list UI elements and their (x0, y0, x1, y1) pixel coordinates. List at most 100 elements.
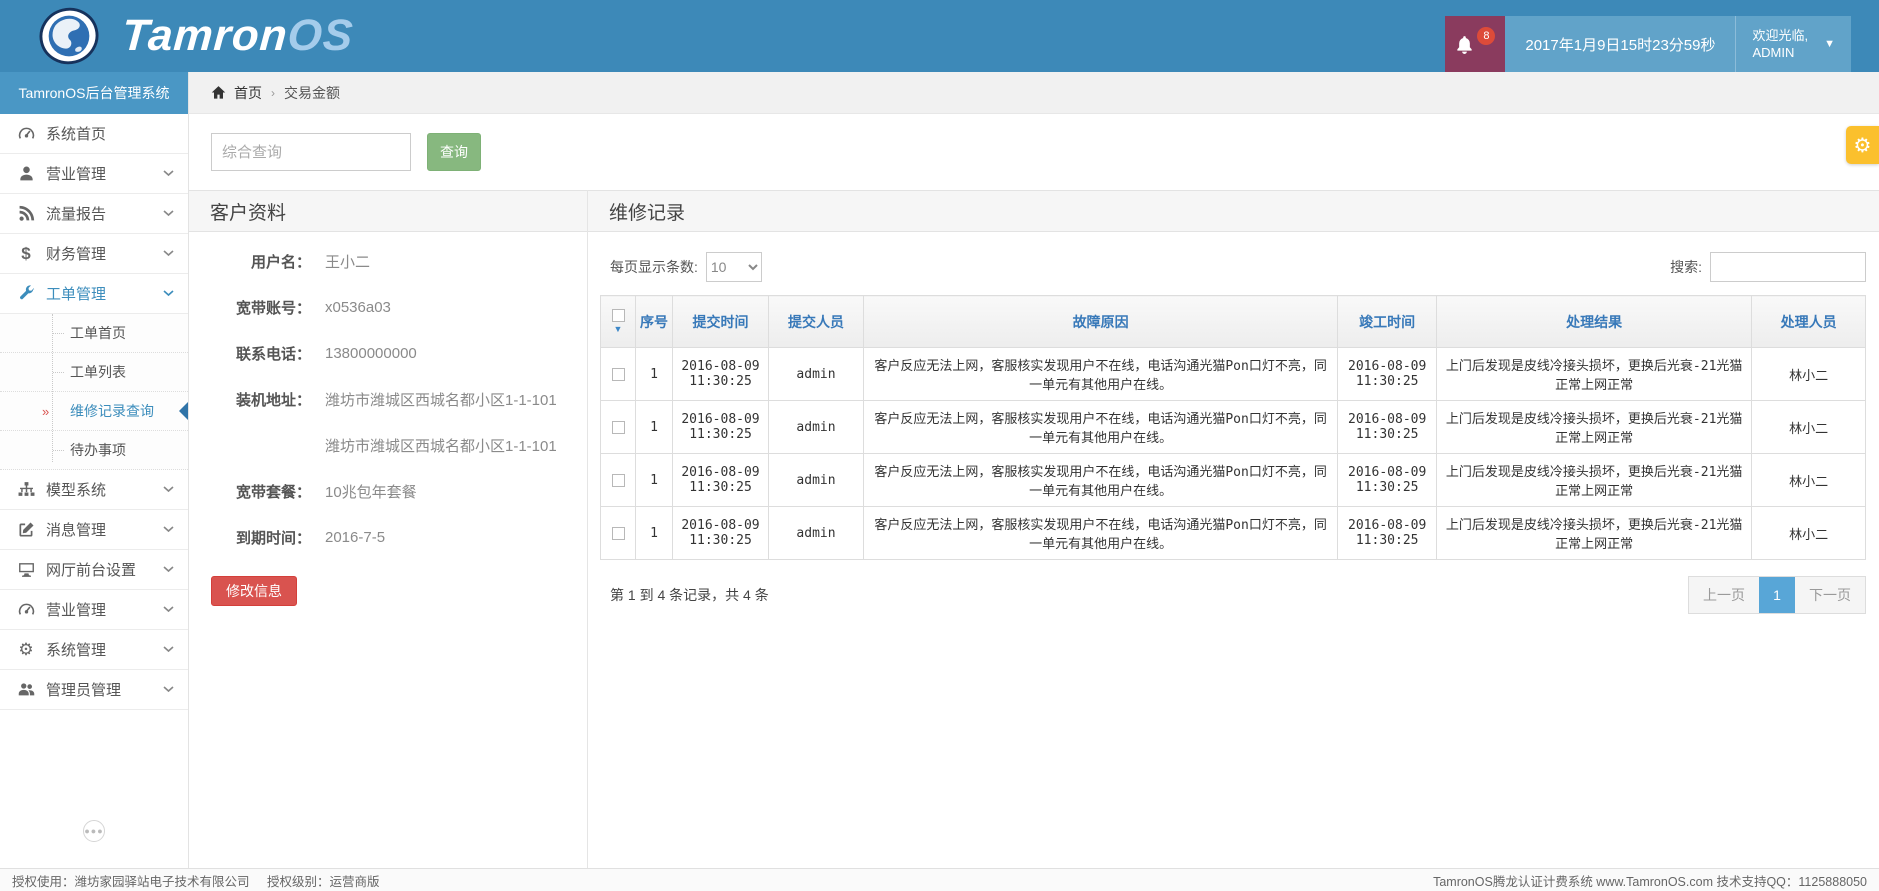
per-page-select[interactable]: 10 (706, 252, 762, 282)
sidebar-item-model-system[interactable]: 模型系统 (0, 470, 188, 510)
sidebar-item-workorder-mgmt[interactable]: 工单管理 (0, 274, 188, 314)
customer-panel: 客户资料 用户名： 王小二 宽带账号： x0536a03 联系电话： 13800… (189, 190, 588, 868)
col-header-finish-time[interactable]: 竣工时间 (1338, 296, 1437, 348)
top-header: TamronOS 8 2017年1月9日15时23分59秒 欢迎光临, ADMI… (0, 0, 1879, 72)
pagination-next[interactable]: 下一页 (1795, 577, 1865, 613)
query-button[interactable]: 查询 (427, 133, 481, 171)
page-footer: 授权使用：潍坊家园驿站电子技术有限公司 授权级别：运营商版 TamronOS腾龙… (0, 868, 1879, 891)
customer-field-account: 宽带账号： x0536a03 (189, 284, 587, 330)
app-logo: TamronOS (0, 0, 353, 72)
dashboard-icon (15, 125, 37, 142)
pagination: 上一页 1 下一页 (1688, 576, 1866, 614)
select-all-header[interactable]: ▼ (601, 296, 636, 348)
chevron-down-icon (163, 566, 174, 573)
col-header-submitter[interactable]: 提交人员 (769, 296, 864, 348)
username: ADMIN (1752, 44, 1808, 61)
sidebar-collapse-handle[interactable]: ●●● (83, 820, 105, 842)
chevron-down-icon: ▼ (1824, 38, 1835, 50)
sidebar-item-finance-mgmt[interactable]: $ 财务管理 (0, 234, 188, 274)
sidebar-item-system-home[interactable]: 系统首页 (0, 114, 188, 154)
col-header-submit-time[interactable]: 提交时间 (673, 296, 769, 348)
search-input[interactable] (211, 133, 411, 171)
pagination-page-1[interactable]: 1 (1759, 577, 1795, 613)
customer-field-address-2: 潍坊市潍城区西城名都小区1-1-101 (189, 422, 587, 468)
col-header-seq[interactable]: 序号 (636, 296, 673, 348)
welcome-text: 欢迎光临, (1752, 27, 1808, 44)
notification-count-badge: 8 (1477, 27, 1495, 45)
records-panel-title: 维修记录 (588, 190, 1879, 232)
table-row: 1 2016-08-09 11:30:25 admin 客户反应无法上网，客服核… (601, 348, 1866, 401)
globe-logo-icon (38, 5, 100, 67)
table-row: 1 2016-08-09 11:30:25 admin 客户反应无法上网，客服核… (601, 401, 1866, 454)
row-checkbox[interactable] (612, 421, 625, 434)
wrench-icon (15, 285, 37, 302)
breadcrumb-current: 交易金额 (284, 83, 340, 103)
chevron-down-icon (163, 686, 174, 693)
customer-field-username: 用户名： 王小二 (189, 238, 587, 284)
chevron-down-icon (163, 250, 174, 257)
gear-icon: ⚙ (1854, 133, 1872, 158)
repair-records-table: ▼ 序号 提交时间 提交人员 故障原因 竣工时间 处理结果 处理人员 (600, 295, 1866, 560)
customer-panel-title: 客户资料 (189, 190, 587, 232)
sidebar-item-workorder-home[interactable]: 工单首页 (0, 314, 188, 353)
sidebar-item-repair-record-query[interactable]: » 维修记录查询 (0, 392, 188, 431)
repair-records-panel: 维修记录 每页显示条数: 10 搜索: (588, 190, 1879, 868)
table-row: 1 2016-08-09 11:30:25 admin 客户反应无法上网，客服核… (601, 507, 1866, 560)
row-checkbox[interactable] (612, 368, 625, 381)
dollar-icon: $ (15, 244, 37, 264)
sitemap-icon (15, 481, 37, 498)
sidebar-item-business-mgmt[interactable]: 营业管理 (0, 154, 188, 194)
pagination-prev[interactable]: 上一页 (1689, 577, 1759, 613)
vendor-info: TamronOS腾龙认证计费系统 www.TamronOS.com 技术支持QQ… (1433, 871, 1867, 890)
sidebar-item-workorder-list[interactable]: 工单列表 (0, 353, 188, 392)
user-menu[interactable]: 欢迎光临, ADMIN ▼ (1736, 16, 1851, 72)
chevron-down-icon (163, 290, 174, 297)
per-page-control: 每页显示条数: 10 (610, 252, 762, 282)
breadcrumb: 首页 › 交易金额 (189, 72, 1879, 114)
sidebar-item-webportal-settings[interactable]: 网厅前台设置 (0, 550, 188, 590)
home-icon (211, 85, 226, 100)
chevron-down-icon (163, 486, 174, 493)
sort-caret-icon: ▼ (614, 324, 623, 334)
sidebar-item-business-mgmt-2[interactable]: 营业管理 (0, 590, 188, 630)
records-summary: 第 1 到 4 条记录，共 4 条 (610, 585, 769, 605)
users-icon (15, 681, 37, 698)
settings-flyout-button[interactable]: ⚙ (1846, 126, 1879, 164)
sidebar-title: TamronOS后台管理系统 (0, 72, 188, 114)
sidebar-item-admin-mgmt[interactable]: 管理员管理 (0, 670, 188, 710)
sidebar-item-todo[interactable]: 待办事项 (0, 431, 188, 470)
desktop-icon (15, 561, 37, 578)
datetime-display: 2017年1月9日15时23分59秒 (1505, 16, 1736, 72)
breadcrumb-separator: › (271, 86, 275, 100)
col-header-result[interactable]: 处理结果 (1437, 296, 1752, 348)
table-search-input[interactable] (1710, 252, 1866, 282)
row-checkbox[interactable] (612, 527, 625, 540)
row-checkbox[interactable] (612, 474, 625, 487)
sidebar: TamronOS后台管理系统 系统首页 营业管理 流量报告 $ 财务管理 工单管… (0, 72, 189, 868)
customer-field-package: 宽带套餐： 10兆包年套餐 (189, 468, 587, 514)
rss-icon (15, 205, 37, 222)
chevron-down-icon (163, 170, 174, 177)
sidebar-item-system-mgmt[interactable]: ⚙ 系统管理 (0, 630, 188, 670)
edit-icon (15, 521, 37, 538)
notifications-button[interactable]: 8 (1445, 16, 1505, 72)
user-icon (15, 165, 37, 182)
table-row: 1 2016-08-09 11:30:25 admin 客户反应无法上网，客服核… (601, 454, 1866, 507)
global-search-bar: 查询 (189, 114, 1879, 190)
sidebar-item-message-mgmt[interactable]: 消息管理 (0, 510, 188, 550)
customer-field-phone: 联系电话： 13800000000 (189, 330, 587, 376)
table-header-row: ▼ 序号 提交时间 提交人员 故障原因 竣工时间 处理结果 处理人员 (601, 296, 1866, 348)
customer-field-address: 装机地址： 潍坊市潍城区西城名都小区1-1-101 (189, 376, 587, 422)
col-header-handler[interactable]: 处理人员 (1752, 296, 1866, 348)
logo-text: TamronOS (120, 11, 355, 61)
chevron-down-icon (163, 526, 174, 533)
select-all-checkbox[interactable] (612, 309, 625, 322)
chevron-down-icon (163, 646, 174, 653)
dashboard-icon (15, 601, 37, 618)
sidebar-item-traffic-report[interactable]: 流量报告 (0, 194, 188, 234)
breadcrumb-home[interactable]: 首页 (234, 83, 262, 103)
bell-icon (1455, 35, 1474, 54)
col-header-fault[interactable]: 故障原因 (864, 296, 1338, 348)
chevron-down-icon (163, 606, 174, 613)
edit-info-button[interactable]: 修改信息 (211, 576, 297, 606)
